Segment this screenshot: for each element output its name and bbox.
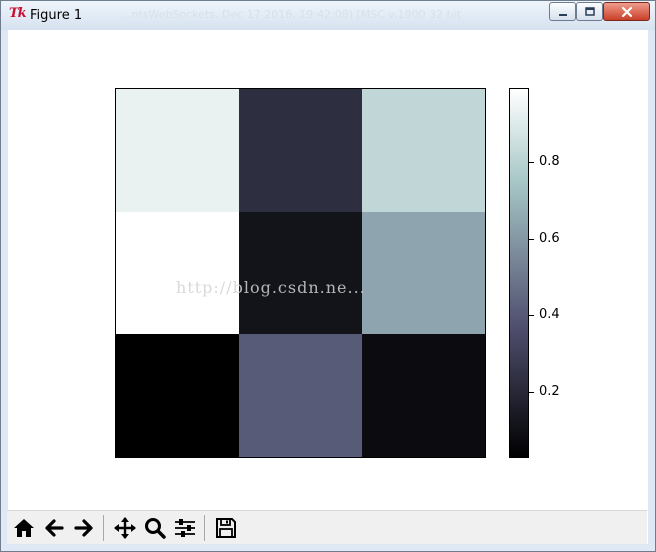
colorbar-tick	[529, 315, 534, 316]
heatmap-cell	[116, 211, 239, 335]
close-icon	[621, 6, 632, 17]
minimize-icon	[558, 13, 567, 16]
forward-button[interactable]	[70, 514, 98, 542]
heatmap-axes[interactable]	[115, 88, 486, 458]
back-button[interactable]	[40, 514, 68, 542]
colorbar-tick-label: 0.4	[539, 307, 560, 322]
heatmap-cell	[239, 211, 362, 335]
window-title: Figure 1	[30, 8, 83, 23]
maximize-button[interactable]	[576, 2, 603, 21]
configure-subplots-button[interactable]	[171, 514, 199, 542]
arrow-right-icon	[74, 519, 93, 537]
zoom-button[interactable]	[141, 514, 169, 542]
colorbar-tick	[529, 239, 534, 240]
minimize-button[interactable]	[549, 2, 576, 21]
maximize-icon	[584, 6, 595, 16]
watermark-text: http://blog.csdn.ne...	[176, 278, 366, 297]
heatmap-cell	[362, 334, 485, 457]
colorbar	[509, 88, 529, 458]
toolbar-separator	[204, 515, 205, 541]
heatmap-cell	[362, 211, 485, 335]
sliders-icon	[175, 519, 195, 537]
heatmap-cell	[239, 334, 362, 457]
home-icon	[14, 519, 34, 537]
tk-logo-icon: Tk	[9, 6, 27, 21]
colorbar-tick	[529, 162, 534, 163]
colorbar-tick-label: 0.2	[539, 384, 560, 399]
colorbar-tick	[529, 392, 534, 393]
magnifier-icon	[145, 518, 166, 539]
colorbar-tick-label: 0.6	[539, 231, 560, 246]
pan-button[interactable]	[111, 514, 139, 542]
colorbar-tick-label: 0.8	[539, 154, 560, 169]
close-button[interactable]	[603, 2, 650, 21]
heatmap-cell	[116, 89, 239, 212]
move-icon	[114, 517, 136, 539]
save-button[interactable]	[212, 514, 240, 542]
background-window-title: ...ntsWebSockets, Dec 17 2016, 19:42:08)…	[121, 8, 461, 21]
floppy-disk-icon	[216, 518, 236, 538]
heatmap-cell	[362, 89, 485, 212]
title-bar[interactable]: Tk Figure 1 ...ntsWebSockets, Dec 17 201…	[1, 1, 655, 30]
heatmap-cell	[116, 334, 239, 457]
home-button[interactable]	[10, 514, 38, 542]
arrow-left-icon	[45, 519, 64, 537]
toolbar-separator	[103, 515, 104, 541]
heatmap-cell	[239, 89, 362, 212]
navigation-toolbar	[7, 510, 647, 544]
